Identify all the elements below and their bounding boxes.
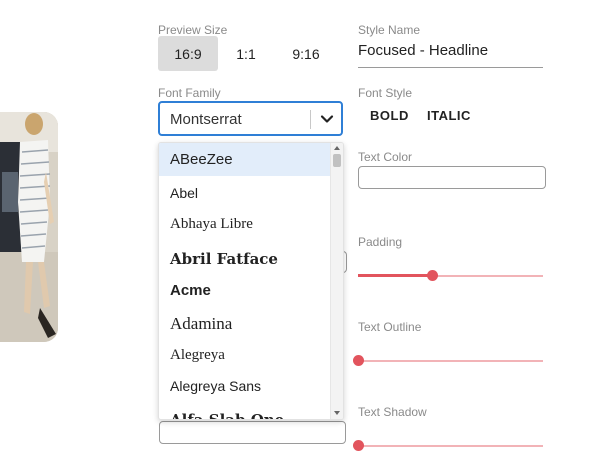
size-1-1-button[interactable]: 1:1 [222,36,270,71]
text-shadow-label: Text Shadow [358,405,427,419]
style-name-input[interactable]: Focused - Headline [358,42,543,68]
slider-track [358,445,543,447]
scroll-down-arrow-icon[interactable] [334,411,340,415]
padding-slider[interactable] [358,269,543,283]
font-option[interactable]: Abhaya Libre [159,208,331,241]
font-option[interactable]: Adamina [159,307,331,340]
slider-track [358,360,543,362]
scroll-up-arrow-icon[interactable] [334,146,340,150]
text-color-input[interactable] [358,166,546,189]
chevron-down-icon[interactable] [318,110,336,128]
font-option[interactable]: ABeeZee [159,143,331,176]
bold-button[interactable]: BOLD [370,108,409,123]
text-shadow-slider[interactable] [353,439,543,453]
font-family-dropdown[interactable]: ABeeZee Abel Abhaya Libre Abril Fatface … [158,142,344,420]
preview-image [0,112,58,342]
italic-button[interactable]: ITALIC [427,108,471,123]
font-option[interactable]: Alfa Slab One [159,403,331,420]
slider-thumb[interactable] [353,440,364,451]
size-9-16-button[interactable]: 9:16 [280,36,332,71]
dropdown-scrollbar[interactable] [330,143,343,419]
text-outline-slider[interactable] [353,354,543,368]
obscured-input[interactable] [159,421,346,444]
font-option[interactable]: Abel [159,176,331,209]
style-name-label: Style Name [358,23,421,37]
slider-thumb[interactable] [427,270,438,281]
size-16-9-button[interactable]: 16:9 [158,36,218,71]
font-style-label: Font Style [358,86,413,100]
slider-thumb[interactable] [353,355,364,366]
font-option[interactable]: Acme [159,274,331,307]
preview-size-label: Preview Size [158,23,228,37]
font-family-value: Montserrat [170,111,242,128]
font-option[interactable]: Alegreya Sans [159,369,331,402]
select-divider [310,110,311,129]
text-outline-label: Text Outline [358,320,422,334]
padding-label: Padding [358,235,403,249]
slider-fill [358,274,432,277]
font-option[interactable]: Abril Fatface [159,242,331,275]
font-family-select[interactable]: Montserrat [158,101,343,136]
font-option[interactable]: Alegreya [159,339,331,372]
text-color-label: Text Color [358,150,413,164]
scroll-thumb[interactable] [333,154,341,167]
font-family-label: Font Family [158,86,221,100]
